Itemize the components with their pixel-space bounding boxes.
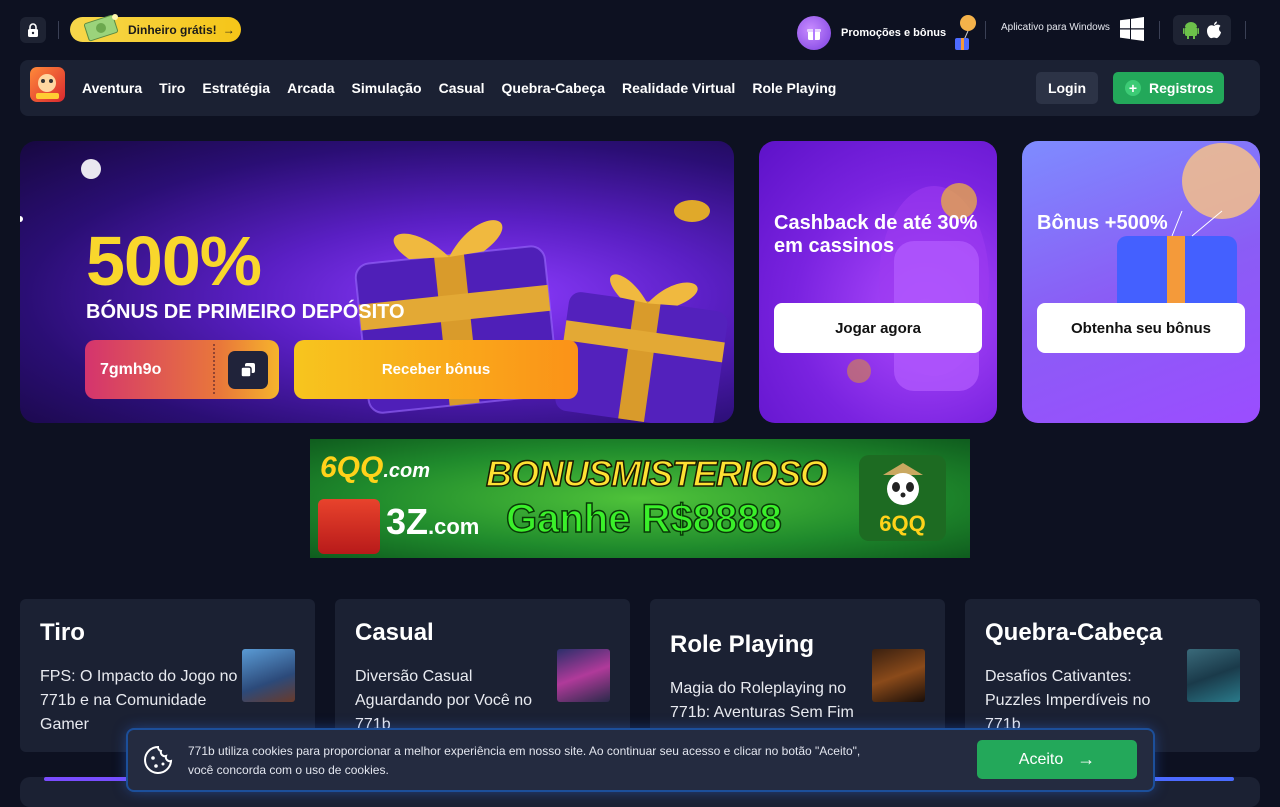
cashback-title: Cashback de até 30% em cassinos: [774, 212, 978, 257]
apple-icon[interactable]: [1206, 21, 1222, 39]
login-button[interactable]: Login: [1036, 72, 1098, 104]
red-envelope-image: [318, 499, 380, 554]
windows-icon[interactable]: [1120, 17, 1144, 41]
category-description: Magia do Roleplaying no 771b: Aventuras …: [670, 680, 854, 721]
nav-item-aventura[interactable]: Aventura: [82, 80, 142, 96]
category-thumbnail: [1187, 649, 1240, 702]
promo-code-value: 7gmh9o: [100, 360, 162, 378]
android-icon[interactable]: [1182, 21, 1199, 39]
mobile-apps-group: [1173, 15, 1231, 45]
free-money-button[interactable]: Dinheiro grátis! →: [70, 14, 241, 42]
nav-item-role-playing[interactable]: Role Playing: [752, 80, 836, 96]
site-logo[interactable]: [30, 67, 65, 102]
banner-brand-3z: 3Z.com: [386, 501, 480, 542]
divider: [1159, 21, 1160, 39]
copy-icon[interactable]: [228, 351, 268, 389]
promo-code-field[interactable]: 7gmh9o: [85, 340, 279, 399]
cookie-icon: [144, 745, 173, 774]
play-now-button[interactable]: Jogar agora: [774, 303, 982, 353]
arrow-right-icon: →: [222, 22, 235, 37]
arrow-right-icon: →: [1077, 749, 1096, 769]
nav-item-tiro[interactable]: Tiro: [159, 80, 185, 96]
banner-prize: Ganhe R$8888: [505, 496, 782, 542]
gift-balloon-icon: [955, 15, 977, 50]
bonus-title: Bônus +500%: [1037, 212, 1168, 234]
panda-logo: 6QQ: [859, 455, 946, 541]
cash-icon: [83, 14, 119, 42]
top-bar: Dinheiro grátis! → Promoções e bônus Apl…: [0, 0, 1280, 60]
accept-label: Aceito: [1018, 750, 1064, 768]
gift-balloon-illustration: [1117, 143, 1260, 316]
category-description: FPS: O Impacto do Jogo no 771b e na Comu…: [40, 668, 238, 733]
windows-app-label[interactable]: Aplicativo para Windows: [1001, 22, 1110, 33]
category-thumbnail: [872, 649, 925, 702]
accept-cookies-button[interactable]: Aceito →: [977, 740, 1137, 779]
panda-icon: [883, 463, 923, 505]
free-money-label: Dinheiro grátis!: [128, 22, 217, 37]
nav-item-estrategia[interactable]: Estratégia: [202, 80, 270, 96]
nav-item-realidade-virtual[interactable]: Realidade Virtual: [622, 80, 735, 96]
nav-item-casual[interactable]: Casual: [439, 80, 485, 96]
nav-item-simulacao[interactable]: Simulação: [352, 80, 422, 96]
plus-icon: +: [1125, 80, 1141, 96]
slot-machine-illustration: [847, 183, 989, 391]
category-menu: Aventura Tiro Estratégia Arcada Simulaçã…: [82, 80, 853, 96]
category-title: Casual: [355, 619, 434, 646]
banner-headline: BONUSMISTERIOSO: [485, 452, 829, 495]
divider: [985, 21, 986, 39]
register-label: Registros: [1149, 80, 1214, 96]
nav-item-quebra-cabeca[interactable]: Quebra-Cabeça: [502, 80, 605, 96]
category-title: Quebra-Cabeça: [985, 619, 1163, 646]
banner-brand-6qq: 6QQ.com: [320, 451, 431, 484]
divider: [58, 21, 59, 39]
receive-bonus-button[interactable]: Receber bônus: [294, 340, 578, 399]
lock-icon[interactable]: [20, 17, 46, 43]
promotions-label: Promoções e bônus: [841, 27, 947, 39]
category-thumbnail: [242, 649, 295, 702]
gift-icon: [797, 16, 831, 50]
get-bonus-button[interactable]: Obtenha seu bônus: [1037, 303, 1245, 353]
divider: [1245, 21, 1246, 39]
promotions-link[interactable]: Promoções e bônus: [797, 14, 978, 52]
category-description: Diversão Casual Aguardando por Você no 7…: [355, 668, 533, 733]
category-thumbnail: [557, 649, 610, 702]
cookie-text: 771b utiliza cookies para proporcionar a…: [188, 744, 861, 777]
cashback-card: Cashback de até 30% em cassinos Jogar ag…: [759, 141, 997, 423]
ad-banner[interactable]: 6QQ.com BONUSMISTERIOSO Ganhe R$8888 3Z.…: [310, 439, 970, 558]
nav-item-arcada[interactable]: Arcada: [287, 80, 334, 96]
category-title: Role Playing: [670, 631, 815, 658]
cookie-banner: 771b utiliza cookies para proporcionar a…: [128, 730, 1153, 790]
register-button[interactable]: + Registros: [1113, 72, 1224, 104]
category-description: Desafios Cativantes: Puzzles Imperdíveis…: [985, 668, 1151, 733]
hero-banner: 500% BÓNUS DE PRIMEIRO DEPÓSITO 7gmh9o R…: [20, 141, 734, 423]
main-nav: Aventura Tiro Estratégia Arcada Simulaçã…: [20, 60, 1260, 116]
bonus-card: Bônus +500% Obtenha seu bônus: [1022, 141, 1260, 423]
bonus-percent: 500%: [86, 222, 262, 300]
ticket-divider: [213, 344, 215, 394]
category-title: Tiro: [40, 619, 85, 646]
bonus-subtitle: BÓNUS DE PRIMEIRO DEPÓSITO: [86, 301, 405, 323]
